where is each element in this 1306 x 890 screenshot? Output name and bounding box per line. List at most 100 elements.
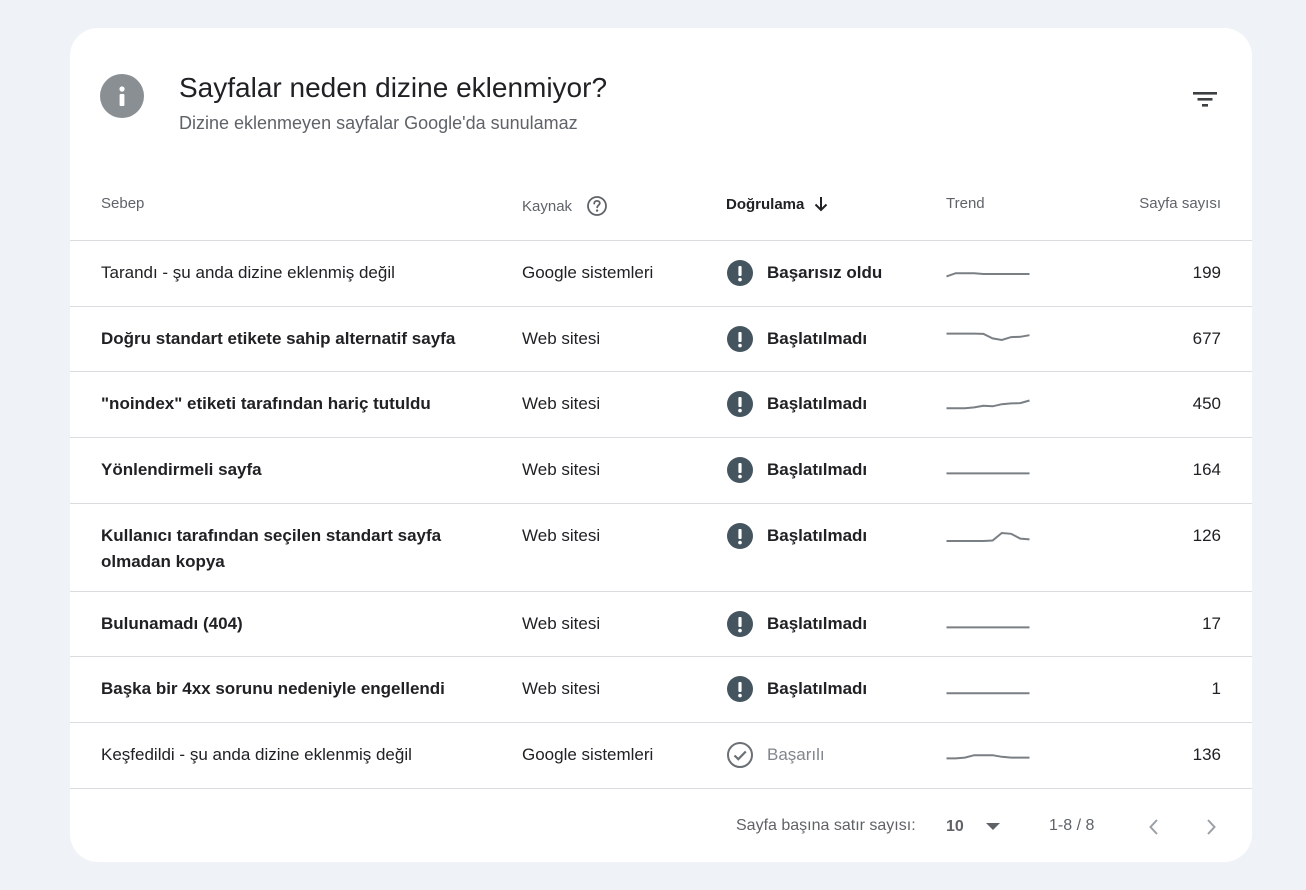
validation-cell: Başlatılmadı (726, 325, 867, 353)
trend-sparkline (946, 526, 1030, 556)
reason-cell: Yönlendirmeli sayfa (101, 460, 262, 479)
trend-sparkline (946, 679, 1030, 709)
rows-per-page-select[interactable]: 10 (946, 812, 1008, 842)
arrow-down-icon (813, 195, 829, 213)
column-header-kaynak[interactable]: Kaynak (522, 195, 608, 217)
trend-sparkline (946, 614, 1030, 644)
next-page-button[interactable] (1194, 810, 1228, 844)
trend-line (946, 272, 1030, 278)
reason-cell: Kullanıcı tarafından seçilen standart sa… (101, 526, 442, 571)
table-row[interactable]: Tarandı - şu anda dizine eklenmiş değil G… (70, 241, 1252, 307)
page-count-cell: 126 (1192, 526, 1221, 545)
trend-line (946, 754, 1030, 760)
info-icon (100, 74, 144, 118)
table-row[interactable]: Başka bir 4xx sorunu nedeniyle engellend… (70, 657, 1252, 723)
source-cell: Web sitesi (522, 679, 601, 698)
column-label: Kaynak (522, 197, 573, 215)
page-count-cell: 1 (1211, 679, 1221, 698)
error-icon (726, 610, 754, 638)
page-count-cell: 136 (1192, 745, 1221, 764)
table-row[interactable]: Bulunamadı (404) Web sitesi Başlatılmadı 17 (70, 592, 1252, 657)
reason-cell: Keşfedildi - şu anda dizine eklenmiş değ… (101, 745, 412, 764)
trend-sparkline (946, 263, 1030, 293)
trend-sparkline (946, 460, 1030, 490)
trend-line (946, 399, 1030, 410)
previous-page-button[interactable] (1137, 810, 1171, 844)
issues-card: Sayfalar neden dizine eklenmiyor? Dizine… (70, 28, 1252, 862)
validation-cell: Başlatılmadı (726, 390, 867, 418)
validation-status: Başlatılmadı (767, 526, 868, 545)
trend-line (946, 531, 1030, 542)
rows-per-page-value: 10 (946, 818, 964, 835)
filter-icon (1193, 92, 1217, 107)
source-cell: Web sitesi (522, 329, 601, 348)
page-count-cell: 17 (1202, 614, 1221, 633)
column-header-count[interactable]: Sayfa sayısı (1139, 195, 1221, 212)
validation-cell: Başarılı (726, 741, 825, 769)
trend-sparkline (946, 329, 1030, 359)
reason-cell: Başka bir 4xx sorunu nedeniyle engellend… (101, 679, 445, 698)
validation-cell: Başlatılmadı (726, 675, 867, 703)
validation-status: Başarısız oldu (767, 263, 883, 282)
table-row[interactable]: Yönlendirmeli sayfa Web sitesi Başlatılmad… (70, 438, 1252, 504)
table-row[interactable]: Doğru standart etikete sahip alternatif … (70, 307, 1252, 372)
validation-status: Başlatılmadı (767, 329, 868, 348)
column-label: Sebep (101, 195, 145, 212)
reason-cell: "noindex" etiketi tarafından hariç tutul… (101, 394, 431, 413)
page-count-cell: 164 (1192, 460, 1221, 479)
error-icon (726, 325, 754, 353)
column-label: Sayfa sayısı (1139, 195, 1221, 212)
trend-sparkline (946, 745, 1030, 775)
validation-status: Başlatılmadı (767, 394, 868, 413)
validation-cell: Başlatılmadı (726, 522, 867, 550)
pagination-footer: Sayfa başına satır sayısı: 10 1-8 / 8 (70, 798, 1252, 862)
validation-status: Başarılı (767, 745, 825, 764)
source-cell: Web sitesi (522, 614, 601, 633)
chevron-right-icon (1207, 819, 1216, 835)
error-icon (726, 456, 754, 484)
error-icon (726, 675, 754, 703)
error-icon (726, 390, 754, 418)
reason-cell: Doğru standart etikete sahip alternatif … (101, 329, 456, 348)
source-cell: Google sistemleri (522, 263, 654, 282)
error-icon (726, 259, 754, 287)
page-title: Sayfalar neden dizine eklenmiyor? (179, 72, 608, 103)
column-header-dogrulama[interactable]: Doğrulama (726, 195, 829, 213)
validation-status: Başlatılmadı (767, 679, 868, 698)
page-count-cell: 199 (1192, 263, 1221, 282)
column-label: Doğrulama (726, 195, 805, 213)
page-count-cell: 450 (1192, 394, 1221, 413)
help-icon[interactable] (586, 195, 608, 217)
source-cell: Web sitesi (522, 460, 601, 479)
source-cell: Google sistemleri (522, 745, 654, 764)
chevron-left-icon (1149, 819, 1158, 835)
caret-down-icon (985, 823, 1000, 831)
table-body: Tarandı - şu anda dizine eklenmiş değil G… (70, 241, 1252, 789)
validation-status: Başlatılmadı (767, 460, 868, 479)
validation-cell: Başarısız oldu (726, 259, 882, 287)
table-row[interactable]: Kullanıcı tarafından seçilen standart sa… (70, 504, 1252, 592)
validation-cell: Başlatılmadı (726, 456, 867, 484)
table-row[interactable]: Keşfedildi - şu anda dizine eklenmiş değ… (70, 723, 1252, 789)
table-header: Sebep Kaynak Doğrulama Trend Sayfa sayıs… (70, 178, 1252, 241)
source-cell: Web sitesi (522, 394, 601, 413)
pagination-range: 1-8 / 8 (1049, 817, 1095, 834)
column-header-trend[interactable]: Trend (946, 195, 985, 212)
validation-status: Başlatılmadı (767, 614, 868, 633)
rows-per-page-label: Sayfa başına satır sayısı: (736, 817, 916, 834)
source-cell: Web sitesi (522, 526, 601, 545)
validation-cell: Başlatılmadı (726, 610, 867, 638)
card-header: Sayfalar neden dizine eklenmiyor? Dizine… (70, 28, 1252, 198)
trend-sparkline (946, 394, 1030, 424)
reason-cell: Bulunamadı (404) (101, 614, 243, 633)
page-count-cell: 677 (1192, 329, 1221, 348)
column-label: Trend (946, 195, 985, 212)
reason-cell: Tarandı - şu anda dizine eklenmiş değil (101, 263, 395, 282)
column-header-sebep[interactable]: Sebep (101, 195, 144, 212)
error-icon (726, 522, 754, 550)
trend-line (946, 332, 1030, 342)
check-circle-icon (726, 741, 754, 769)
table-row[interactable]: "noindex" etiketi tarafından hariç tutul… (70, 372, 1252, 438)
page-subtitle: Dizine eklenmeyen sayfalar Google'da sun… (179, 113, 578, 133)
filter-button[interactable] (1188, 82, 1222, 116)
